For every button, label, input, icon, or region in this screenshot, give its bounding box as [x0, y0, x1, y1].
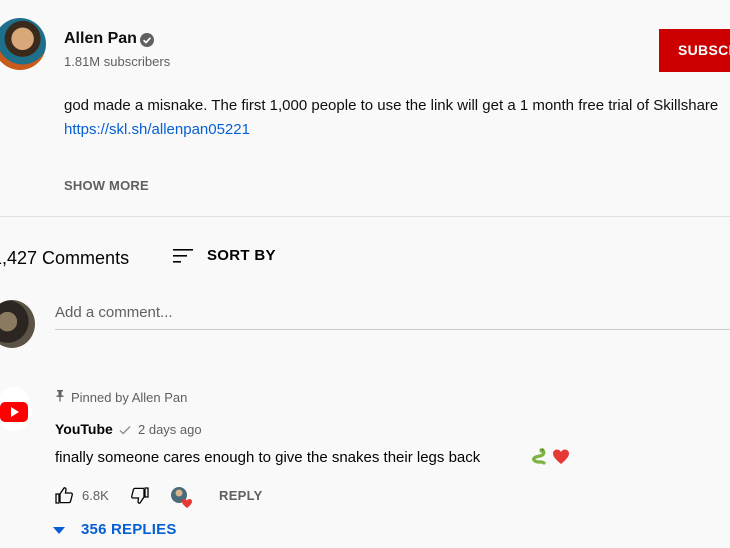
- verified-check-icon: [140, 33, 154, 47]
- subscriber-count: 1.81M subscribers: [64, 54, 171, 69]
- youtube-logo-icon: [0, 402, 28, 422]
- sort-by-button[interactable]: SORT BY: [207, 247, 276, 264]
- description-link[interactable]: https://skl.sh/allenpan05221: [64, 121, 250, 138]
- reply-button[interactable]: REPLY: [219, 488, 263, 503]
- like-icon[interactable]: [55, 486, 73, 504]
- caret-down-icon[interactable]: [53, 527, 65, 535]
- like-count: 6.8K: [82, 488, 109, 503]
- pin-icon: [56, 390, 64, 402]
- verified-check-icon: [119, 426, 131, 435]
- channel-avatar[interactable]: [0, 18, 46, 70]
- sort-icon[interactable]: [172, 245, 194, 267]
- channel-name[interactable]: Allen Pan: [64, 30, 137, 48]
- show-more-button[interactable]: SHOW MORE: [64, 178, 149, 193]
- pinned-by-label: Pinned by Allen Pan: [71, 390, 188, 405]
- add-comment-input[interactable]: Add a comment...: [55, 304, 730, 330]
- creator-heart-icon: [171, 487, 192, 508]
- snake-emoji-icon: [532, 448, 546, 465]
- video-description: god made a misnake. The first 1,000 peop…: [64, 97, 719, 114]
- view-replies-button[interactable]: 356 REPLIES: [81, 521, 177, 538]
- comment-author[interactable]: YouTube: [55, 421, 113, 437]
- comments-count: 1,427 Comments: [0, 248, 130, 268]
- heart-emoji-icon: [553, 449, 569, 464]
- comment-timestamp[interactable]: 2 days ago: [138, 422, 202, 437]
- comment-text: finally someone cares enough to give the…: [55, 449, 481, 466]
- user-avatar: [0, 300, 35, 348]
- section-divider: [0, 216, 730, 217]
- subscribe-button[interactable]: SUBSCRIBE: [659, 29, 730, 72]
- dislike-icon[interactable]: [131, 487, 149, 505]
